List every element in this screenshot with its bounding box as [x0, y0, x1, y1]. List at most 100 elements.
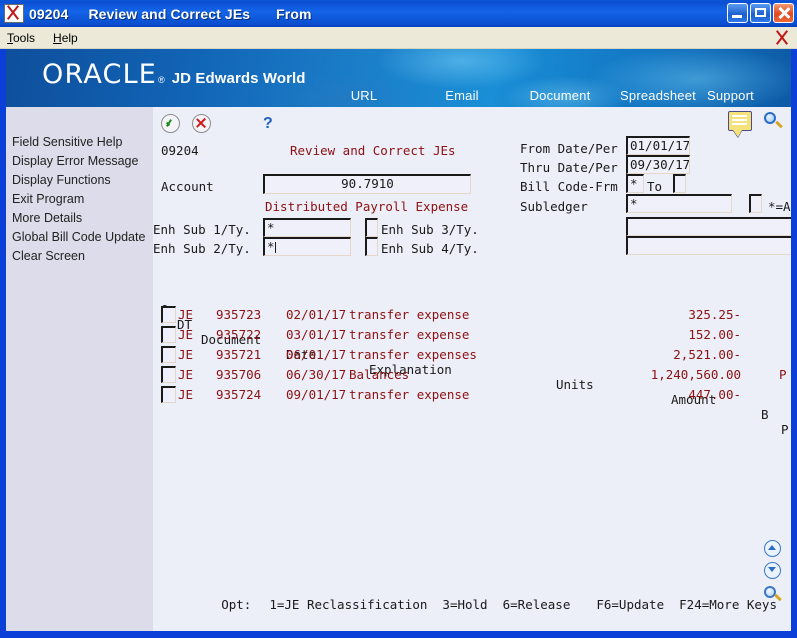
grid-col-p: P	[781, 422, 789, 437]
row-date: 03/01/17	[286, 327, 347, 342]
function-keys: F6=Update F24=More Keys	[596, 597, 777, 612]
enh-sub-4-label: Enh Sub 4/Ty.	[381, 241, 479, 256]
oracle-banner: ORACLE ® JD Edwards World URL Email Docu…	[6, 49, 791, 107]
bill-code-from-input[interactable]: *	[626, 174, 644, 193]
sidebar-item-clear-screen[interactable]: Clear Screen	[6, 247, 153, 266]
bill-code-label: Bill Code-Frm	[520, 179, 618, 194]
row-p-flag: P	[779, 367, 787, 382]
jde-logo-icon	[4, 4, 24, 23]
accept-checkmark-icon[interactable]	[161, 114, 180, 133]
from-date-label: From Date/Per	[520, 141, 618, 156]
subledger-all-note: *=All	[768, 199, 791, 214]
oracle-brand-text: ORACLE	[42, 59, 158, 90]
sidebar-item-more-details[interactable]: More Details	[6, 209, 153, 228]
row-option-input[interactable]	[161, 326, 176, 343]
nav-link-url[interactable]: URL	[315, 88, 413, 103]
row-amount: 447.00-	[688, 387, 741, 402]
row-amount: 325.25-	[688, 307, 741, 322]
subledger-type-input[interactable]	[749, 194, 762, 213]
row-option-input[interactable]	[161, 346, 176, 363]
menu-item-tools[interactable]: Tools	[7, 31, 35, 45]
row-amount: 2,521.00-	[673, 347, 741, 362]
enh-sub-2-label: Enh Sub 2/Ty.	[153, 241, 251, 256]
row-document: 935724	[216, 387, 262, 402]
sidebar-item-field-sensitive-help[interactable]: Field Sensitive Help	[6, 133, 153, 152]
row-amount: 1,240,560.00	[650, 367, 741, 382]
table-row[interactable]: JE 935706 06/30/17 Balances 1,240,560.00…	[161, 365, 787, 385]
window-title-code: 09204	[29, 5, 69, 22]
row-option-input[interactable]	[161, 306, 176, 323]
table-row[interactable]: JE 935724 09/01/17 transfer expense 447.…	[161, 385, 741, 405]
enh-sub-1-type-input[interactable]	[365, 218, 378, 237]
opt-label: Opt:	[221, 597, 252, 612]
subledger-input[interactable]: *	[626, 194, 732, 213]
opt-options: 1=JE Reclassification 3=Hold 6=Release	[269, 597, 571, 612]
from-date-input[interactable]: 01/01/17	[626, 136, 690, 155]
subledger-range-input-1[interactable]	[626, 217, 791, 236]
maximize-button[interactable]	[750, 3, 771, 23]
status-bar: Opt: 1=JE Reclassification 3=Hold 6=Relea…	[161, 582, 777, 627]
body-area: Field Sensitive Help Display Error Messa…	[6, 107, 791, 631]
window-title-name: Review and Correct JEs	[88, 5, 251, 22]
row-document: 935721	[216, 347, 262, 362]
nav-link-document[interactable]: Document	[511, 88, 609, 103]
sidebar-item-global-bill-code-update[interactable]: Global Bill Code Update	[6, 228, 153, 247]
table-row[interactable]: JE 935721 06/01/17 transfer expenses 2,5…	[161, 345, 741, 365]
registered-mark-icon: ®	[158, 75, 165, 85]
subledger-label: Subledger	[520, 199, 588, 214]
nav-link-support[interactable]: Support	[707, 88, 783, 103]
form-panel: ? 09204 Review and Correct JEs Account 9…	[153, 107, 791, 631]
window-bottom-edge	[0, 631, 797, 638]
table-row[interactable]: JE 935723 02/01/17 transfer expense 325.…	[161, 305, 741, 325]
window-controls	[727, 3, 794, 23]
close-button[interactable]	[773, 3, 794, 23]
enh-sub-1-input[interactable]: *	[263, 218, 351, 237]
scroll-down-icon[interactable]	[764, 562, 781, 579]
search-magnifier-icon[interactable]	[763, 111, 783, 131]
grid-col-b: B	[761, 407, 769, 422]
row-explanation: Balances	[349, 367, 410, 382]
title-bar: 09204 Review and Correct JEs From	[0, 0, 797, 27]
enh-sub-2-type-input[interactable]	[365, 237, 378, 256]
row-document: 935722	[216, 327, 262, 342]
row-option-input[interactable]	[161, 386, 176, 403]
help-question-icon[interactable]: ?	[263, 115, 273, 132]
subledger-range-input-2[interactable]	[626, 236, 791, 255]
sidebar: Field Sensitive Help Display Error Messa…	[6, 107, 153, 631]
row-date: 06/30/17	[286, 367, 347, 382]
form-toolbar: ?	[161, 114, 273, 133]
menu-item-help[interactable]: Help	[53, 31, 78, 45]
nav-link-spreadsheet[interactable]: Spreadsheet	[609, 88, 707, 103]
window-title-suffix: From	[276, 5, 312, 22]
nav-link-email[interactable]: Email	[413, 88, 511, 103]
account-input[interactable]: 90.7910	[263, 174, 471, 194]
row-document: 935723	[216, 307, 262, 322]
sidebar-item-exit-program[interactable]: Exit Program	[6, 190, 153, 209]
enh-sub-2-input[interactable]: *	[263, 237, 351, 256]
scroll-up-icon[interactable]	[764, 540, 781, 557]
product-name: JD Edwards World	[171, 70, 306, 87]
form-title: Review and Correct JEs	[290, 143, 456, 158]
cancel-x-icon[interactable]	[192, 114, 211, 133]
row-document: 935706	[216, 367, 262, 382]
table-row[interactable]: JE 935722 03/01/17 transfer expense 152.…	[161, 325, 741, 345]
bill-code-to-input[interactable]	[673, 174, 686, 193]
row-date: 09/01/17	[286, 387, 347, 402]
sidebar-item-display-functions[interactable]: Display Functions	[6, 171, 153, 190]
row-explanation: transfer expense	[349, 387, 470, 402]
minimize-button[interactable]	[727, 3, 748, 23]
grid-body: JE 935723 02/01/17 transfer expense 325.…	[161, 305, 787, 405]
row-dt: JE	[178, 367, 194, 382]
thru-date-label: Thru Date/Per	[520, 160, 618, 175]
enh-sub-1-label: Enh Sub 1/Ty.	[153, 222, 251, 237]
account-description: Distributed Payroll Expense	[265, 199, 469, 214]
sidebar-item-display-error-message[interactable]: Display Error Message	[6, 152, 153, 171]
row-option-input[interactable]	[161, 366, 176, 383]
note-bubble-icon[interactable]	[728, 111, 752, 131]
banner-nav: URL Email Document Spreadsheet Support	[6, 88, 791, 103]
row-date: 02/01/17	[286, 307, 347, 322]
row-explanation: transfer expense	[349, 307, 470, 322]
thru-date-input[interactable]: 09/30/17	[626, 155, 690, 174]
row-dt: JE	[178, 327, 194, 342]
row-dt: JE	[178, 387, 194, 402]
